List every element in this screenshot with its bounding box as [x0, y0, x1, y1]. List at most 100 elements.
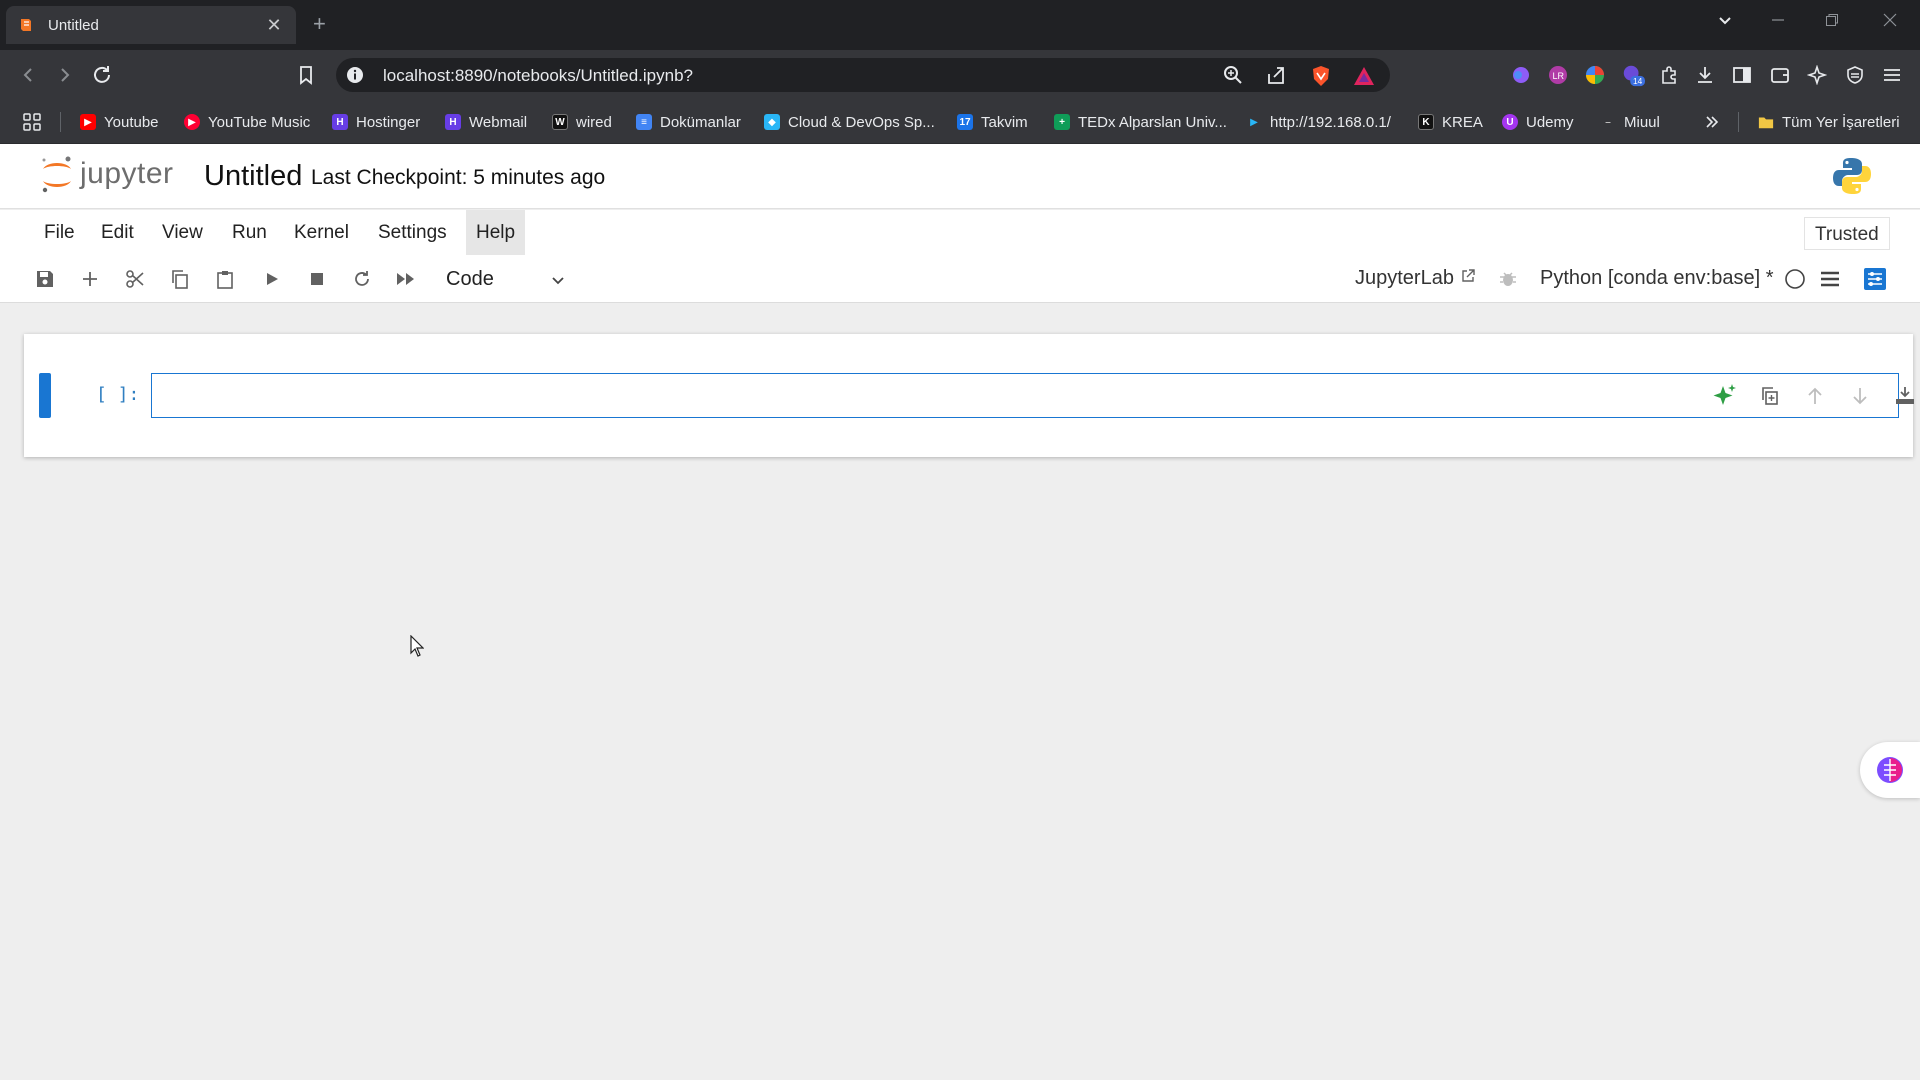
extension-lr-icon[interactable]: LR	[1546, 63, 1570, 87]
bookmark-tedx[interactable]: + TEDx Alparslan Univ...	[1054, 100, 1227, 144]
open-jupyterlab-link[interactable]: JupyterLab	[1355, 267, 1476, 290]
minimize-icon[interactable]	[1770, 12, 1786, 33]
forward-icon[interactable]	[52, 62, 78, 88]
stop-icon[interactable]	[305, 267, 329, 291]
python-logo-icon	[1832, 156, 1872, 201]
kernel-name[interactable]: Python [conda env:base] *	[1540, 267, 1774, 290]
extension-gradient-icon[interactable]	[1509, 63, 1533, 87]
all-bookmarks-folder[interactable]: Tüm Yer İşaretleri	[1758, 100, 1900, 144]
cell-toolbar	[1702, 383, 1920, 409]
menu-help[interactable]: Help	[466, 210, 526, 255]
bookmark-label: Miuul	[1624, 113, 1660, 131]
bookmark-miuul[interactable]: – Miuul	[1600, 100, 1660, 144]
ai-assistant-brain-icon[interactable]	[1860, 742, 1920, 798]
property-inspector-icon[interactable]	[1863, 267, 1887, 291]
bookmark-label: Hostinger	[356, 113, 421, 131]
bookmark-wired[interactable]: W wired	[552, 100, 612, 144]
close-tab-icon[interactable]: ✕	[264, 15, 284, 36]
cloud-devops-icon: ◆	[764, 114, 780, 130]
bookmark-youtube[interactable]: ▶ Youtube	[80, 100, 159, 144]
extensions-puzzle-icon[interactable]	[1658, 63, 1682, 87]
new-tab-icon[interactable]: +	[313, 12, 326, 36]
brave-shields-icon[interactable]	[1310, 65, 1332, 92]
menu-settings[interactable]: Settings	[368, 210, 457, 255]
extension-colorful-icon[interactable]	[1583, 63, 1607, 87]
jupyter-logo[interactable]: jupyter	[40, 154, 174, 194]
restart-icon[interactable]	[350, 267, 374, 291]
menu-run[interactable]: Run	[222, 210, 277, 255]
back-icon[interactable]	[15, 62, 41, 88]
bookmark-udemy[interactable]: U Udemy	[1502, 100, 1574, 144]
bookmark-youtube-music[interactable]: ▶ YouTube Music	[184, 100, 310, 144]
browser-tab[interactable]: Untitled ✕	[6, 6, 296, 44]
notebook-title[interactable]: Untitled	[204, 160, 302, 193]
download-icon[interactable]	[1693, 63, 1717, 87]
save-icon[interactable]	[33, 267, 57, 291]
bookmark-label: wired	[576, 113, 612, 131]
leo-ai-icon[interactable]	[1805, 63, 1829, 87]
bookmark-router[interactable]: ▶ http://192.168.0.1/	[1246, 100, 1391, 144]
address-bar[interactable]: localhost:8890/notebooks/Untitled.ipynb?	[336, 58, 1390, 92]
bookmark-takvim[interactable]: 17 Takvim	[957, 100, 1028, 144]
google-docs-icon: ≡	[636, 114, 652, 130]
toggle-toc-icon[interactable]	[1818, 267, 1842, 291]
notebook-toolbar: Code JupyterLab Python [conda env:base] …	[0, 255, 1920, 303]
chevron-down-icon	[550, 271, 566, 294]
wired-icon: W	[552, 114, 568, 130]
copy-icon[interactable]	[168, 267, 192, 291]
apps-grid-icon[interactable]	[22, 100, 42, 144]
bookmark-dokumanlar[interactable]: ≡ Dokümanlar	[636, 100, 741, 144]
insert-cell-above-icon[interactable]	[1882, 383, 1920, 409]
youtube-music-icon: ▶	[184, 114, 200, 130]
reload-icon[interactable]	[89, 62, 115, 88]
extension-badge-icon[interactable]: 14	[1621, 63, 1645, 87]
add-cell-icon[interactable]	[78, 267, 102, 291]
menu-edit[interactable]: Edit	[91, 210, 144, 255]
more-bookmarks-icon[interactable]	[1704, 100, 1720, 144]
tab-search-chevron-icon[interactable]	[1717, 12, 1733, 33]
bookmark-icon[interactable]	[293, 62, 319, 88]
google-sheets-icon: +	[1054, 114, 1070, 130]
cell-collapser[interactable]	[39, 373, 51, 418]
jupyter-favicon-icon	[18, 17, 34, 33]
bookmark-label: Youtube	[104, 113, 159, 131]
bookmarks-divider	[1738, 112, 1739, 132]
sidebar-toggle-icon[interactable]	[1730, 63, 1754, 87]
vpn-shield-icon[interactable]	[1843, 63, 1867, 87]
cell-type-value: Code	[446, 267, 494, 290]
menu-kernel[interactable]: Kernel	[284, 210, 359, 255]
bookmark-webmail[interactable]: H Webmail	[445, 100, 527, 144]
code-cell-editor[interactable]	[151, 373, 1914, 418]
site-info-icon[interactable]	[346, 66, 364, 89]
move-cell-up-icon[interactable]	[1792, 383, 1837, 409]
cell-type-select[interactable]: Code	[440, 263, 570, 295]
notebook-panel: [ ]:	[24, 334, 1914, 457]
bookmark-krea[interactable]: K KREA	[1418, 100, 1483, 144]
debugger-icon[interactable]	[1496, 267, 1520, 291]
trusted-indicator[interactable]: Trusted	[1804, 217, 1890, 250]
wallet-icon[interactable]	[1768, 63, 1792, 87]
ai-sparkle-icon[interactable]	[1702, 383, 1747, 409]
paste-icon[interactable]	[213, 267, 237, 291]
cut-icon[interactable]	[123, 267, 147, 291]
bookmark-label: Udemy	[1526, 113, 1574, 131]
move-cell-down-icon[interactable]	[1837, 383, 1882, 409]
calendar-icon: 17	[957, 114, 973, 130]
input-prompt: [ ]:	[96, 384, 140, 405]
bookmark-hostinger[interactable]: H Hostinger	[332, 100, 420, 144]
bookmark-label: KREA	[1442, 113, 1483, 131]
menu-view[interactable]: View	[152, 210, 213, 255]
bookmark-cloud-devops[interactable]: ◆ Cloud & DevOps Sp...	[764, 100, 935, 144]
menu-file[interactable]: File	[34, 210, 85, 255]
close-window-icon[interactable]	[1882, 12, 1898, 33]
brave-rewards-icon[interactable]	[1353, 65, 1375, 92]
restart-run-all-icon[interactable]	[395, 267, 419, 291]
restore-icon[interactable]	[1824, 12, 1840, 33]
duplicate-cell-icon[interactable]	[1747, 383, 1792, 409]
run-icon[interactable]	[260, 267, 284, 291]
browser-menu-icon[interactable]	[1880, 63, 1904, 87]
zoom-icon[interactable]	[1223, 65, 1243, 90]
share-icon[interactable]	[1266, 65, 1286, 90]
external-link-icon	[1460, 267, 1476, 290]
jupyter-logo-icon	[42, 156, 71, 193]
